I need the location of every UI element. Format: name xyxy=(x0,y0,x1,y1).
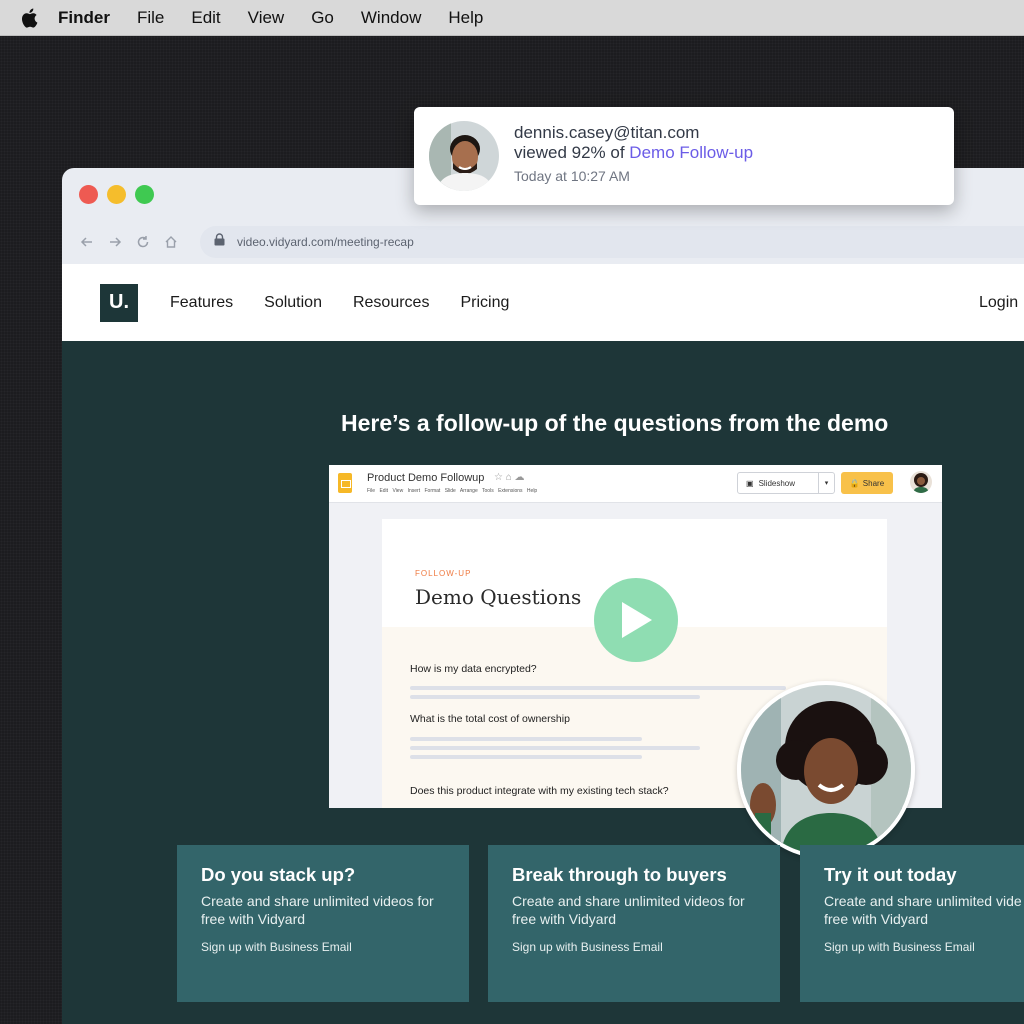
placeholder-line xyxy=(410,695,700,699)
card-text: free with Vidyard xyxy=(512,911,617,927)
back-arrow-icon[interactable] xyxy=(80,235,94,249)
card-title: Do you stack up? xyxy=(201,864,356,885)
question-item: Does this product integrate with my exis… xyxy=(410,785,669,797)
cta-card[interactable]: Do you stack up? Create and share unlimi… xyxy=(177,845,469,1002)
login-link[interactable]: Login xyxy=(979,294,1018,312)
cta-card[interactable]: Try it out today Create and share unlimi… xyxy=(800,845,1024,1002)
minimize-window-button[interactable] xyxy=(107,184,126,204)
card-title: Break through to buyers xyxy=(512,864,727,885)
placeholder-line xyxy=(410,737,642,741)
vidyard-logo[interactable]: U. xyxy=(100,283,138,322)
avatar xyxy=(910,471,932,493)
zoom-window-button[interactable] xyxy=(135,184,154,204)
close-window-button[interactable] xyxy=(79,184,98,204)
question-item: What is the total cost of ownership xyxy=(410,713,570,725)
browser-toolbar: video.vidyard.com/meeting-recap xyxy=(62,220,1024,264)
menu-file[interactable]: File xyxy=(137,8,164,28)
browser-window: video.vidyard.com/meeting-recap U. Featu… xyxy=(62,168,1024,1024)
menu-view[interactable]: View xyxy=(248,8,285,28)
menu-bar: Finder File Edit View Go Window Help xyxy=(0,0,1024,36)
reload-icon[interactable] xyxy=(136,235,150,249)
view-summary: viewed 92% of Demo Follow-up xyxy=(514,143,753,163)
forward-arrow-icon[interactable] xyxy=(108,235,122,249)
video-link[interactable]: Demo Follow-up xyxy=(629,143,753,162)
home-icon[interactable] xyxy=(164,235,178,249)
slides-toolbar: Product Demo Followup ☆ ⌂ ☁ File Edit Vi… xyxy=(329,465,942,503)
slideshow-label: Slideshow xyxy=(758,478,796,488)
card-text: Create and share unlimited videos for xyxy=(201,893,434,909)
nav-resources[interactable]: Resources xyxy=(353,294,429,312)
nav-pricing[interactable]: Pricing xyxy=(460,294,509,312)
placeholder-line xyxy=(410,686,786,690)
menu-go[interactable]: Go xyxy=(311,8,334,28)
doc-menu: File Edit View Insert Format Slide Arran… xyxy=(367,488,538,494)
share-button: 🔒 Share xyxy=(841,472,893,494)
lock-icon xyxy=(214,233,225,251)
avatar xyxy=(429,121,499,191)
lock-icon: 🔒 xyxy=(849,478,860,488)
signup-link[interactable]: Sign up with Business Email xyxy=(824,940,975,954)
caret-down-icon: ▾ xyxy=(818,473,834,493)
card-text: Create and share unlimited vide xyxy=(824,893,1022,909)
apple-icon[interactable] xyxy=(20,7,42,29)
card-text: Create and share unlimited videos for xyxy=(512,893,745,909)
signup-link[interactable]: Sign up with Business Email xyxy=(201,940,352,954)
view-notification[interactable]: dennis.casey@titan.com viewed 92% of Dem… xyxy=(414,107,954,205)
viewed-text: viewed 92% of xyxy=(514,143,630,162)
play-button[interactable] xyxy=(594,578,678,662)
doc-title: Product Demo Followup xyxy=(367,472,485,484)
google-slides-icon xyxy=(338,473,352,493)
play-icon xyxy=(622,602,652,638)
slideshow-button: ▣ Slideshow ▾ xyxy=(737,472,835,494)
view-timestamp: Today at 10:27 AM xyxy=(514,168,630,184)
card-text: free with Vidyard xyxy=(201,911,306,927)
card-title: Try it out today xyxy=(824,864,957,885)
signup-link[interactable]: Sign up with Business Email xyxy=(512,940,663,954)
site-header: U. Features Solution Resources Pricing L… xyxy=(62,264,1024,341)
menu-edit[interactable]: Edit xyxy=(191,8,220,28)
share-label: Share xyxy=(862,478,885,488)
question-item: How is my data encrypted? xyxy=(410,663,537,675)
menu-app-finder[interactable]: Finder xyxy=(58,8,110,28)
menu-window[interactable]: Window xyxy=(361,8,421,28)
hero-title: Here’s a follow-up of the questions from… xyxy=(341,410,889,436)
address-bar[interactable]: video.vidyard.com/meeting-recap xyxy=(200,226,1024,258)
slide-heading: Demo Questions xyxy=(415,585,582,609)
hero-section: Here’s a follow-up of the questions from… xyxy=(62,341,1024,1024)
placeholder-line xyxy=(410,755,642,759)
menu-help[interactable]: Help xyxy=(448,8,483,28)
cta-card[interactable]: Break through to buyers Create and share… xyxy=(488,845,780,1002)
logo-text: U. xyxy=(109,291,129,313)
nav-solution[interactable]: Solution xyxy=(264,294,322,312)
slideshow-icon: ▣ xyxy=(746,478,754,488)
follow-up-label: FOLLOW-UP xyxy=(415,569,472,578)
presenter-webcam-bubble xyxy=(737,681,915,859)
card-text: free with Vidyard xyxy=(824,911,929,927)
presenter-photo xyxy=(741,685,911,855)
viewer-email: dennis.casey@titan.com xyxy=(514,123,700,142)
url-text: video.vidyard.com/meeting-recap xyxy=(237,235,414,249)
star-icon: ☆ ⌂ ☁ xyxy=(494,472,525,483)
placeholder-line xyxy=(410,746,700,750)
nav-features[interactable]: Features xyxy=(170,294,233,312)
